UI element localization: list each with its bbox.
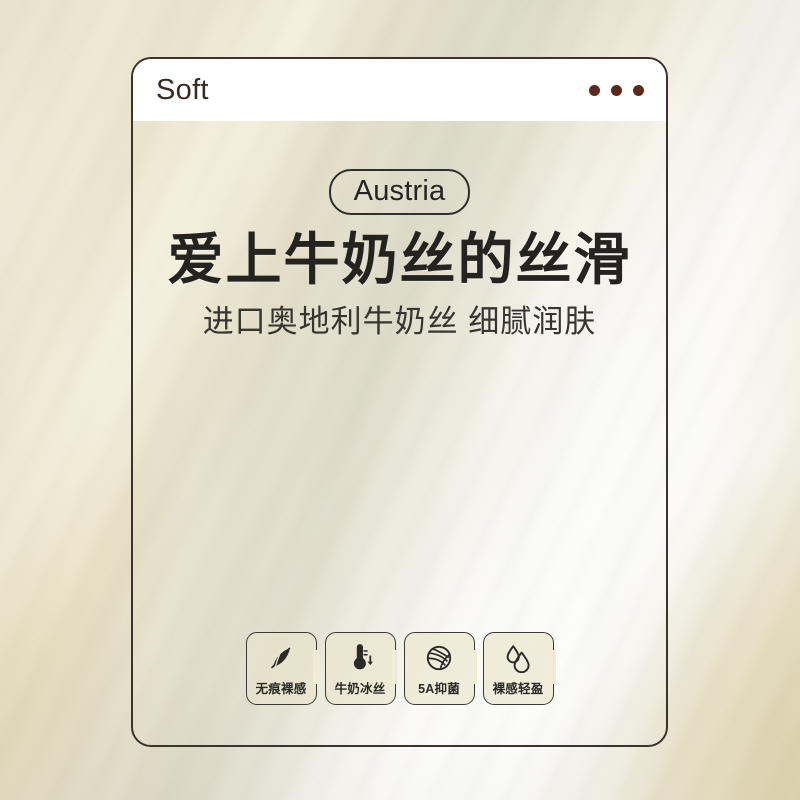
leaf-icon: [266, 642, 296, 673]
window-dot-2[interactable]: [611, 84, 622, 96]
yarn-ball-icon: [424, 642, 454, 673]
origin-badge: Austria: [328, 169, 471, 216]
feature-label: 牛奶冰丝: [334, 682, 386, 696]
hero-block: Austria 爱上牛奶丝的丝滑 进口奥地利牛奶丝 细腻润肤: [133, 169, 666, 340]
product-banner: Soft Austria 爱上牛奶丝的丝滑 进口奥地利牛奶丝 细腻润肤 无痕裸感…: [0, 0, 800, 800]
feature-label: 裸感轻盈: [492, 682, 544, 696]
feature-badge-antibacterial: 5A抑菌: [403, 632, 477, 705]
thermometer-down-icon: [345, 642, 375, 673]
feature-badge-seamless: 无痕裸感: [245, 632, 319, 705]
card-title: Soft: [156, 73, 209, 106]
feature-label: 无痕裸感: [255, 682, 307, 696]
feature-badge-row: 无痕裸感 牛奶冰丝 5A抑菌 裸感轻盈: [133, 632, 666, 705]
feature-label: 5A抑菌: [418, 682, 460, 696]
subheadline: 进口奥地利牛奶丝 细腻润肤: [202, 304, 597, 340]
water-drops-icon: [503, 642, 533, 673]
window-dots: [589, 84, 644, 96]
card-header: Soft: [133, 59, 666, 121]
feature-badge-lightweight: 裸感轻盈: [482, 632, 556, 705]
badge-row: Austria: [133, 169, 666, 216]
feature-badge-cool-silk: 牛奶冰丝: [324, 632, 398, 705]
headline: 爱上牛奶丝的丝滑: [167, 228, 632, 292]
window-dot-1[interactable]: [589, 84, 600, 96]
content-card: Soft Austria 爱上牛奶丝的丝滑 进口奥地利牛奶丝 细腻润肤 无痕裸感…: [131, 57, 668, 747]
window-dot-3[interactable]: [633, 84, 644, 96]
